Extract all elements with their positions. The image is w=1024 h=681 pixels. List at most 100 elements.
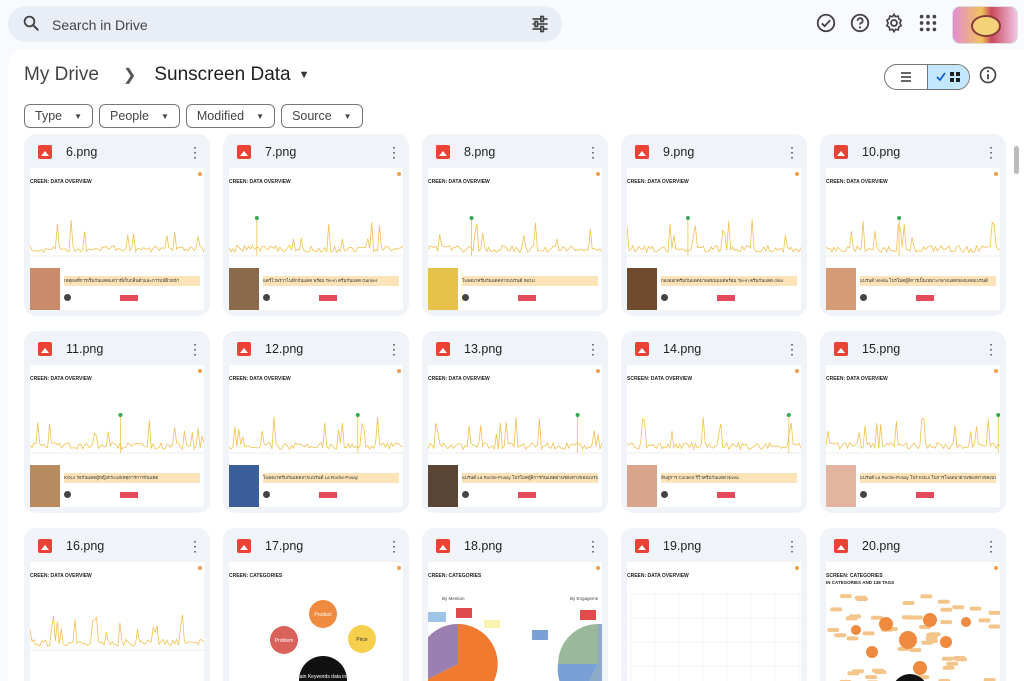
filter-modified[interactable]: Modified ▼ xyxy=(185,104,276,128)
search-icon[interactable] xyxy=(22,14,40,32)
file-card-header: 18.png ⋮ xyxy=(436,536,600,556)
scrollbar-thumb[interactable] xyxy=(1014,146,1019,174)
file-name[interactable]: 13.png xyxy=(464,342,586,356)
post-caption: แบรนด์ La Roche-Posay โปรโมตผู้ลิการกันแ… xyxy=(462,473,598,483)
thumbnail-title: CREEN: DATA OVERVIEW xyxy=(229,179,291,185)
file-thumbnail[interactable]: CREEN: DATA OVERVIEW เหตุผลที่การเริ่มกัน… xyxy=(30,168,204,310)
file-name[interactable]: 10.png xyxy=(862,145,984,159)
file-card[interactable]: 20.png ⋮ SCREEN: CATEGORIES IN CATEGORIES A… xyxy=(820,528,1006,681)
file-card[interactable]: 15.png ⋮ CREEN: DATA OVERVIEW แบรนด์ La Roc… xyxy=(820,331,1006,513)
file-card[interactable]: 19.png ⋮ CREEN: DATA OVERVIEW xyxy=(621,528,807,681)
folder-dropdown-icon[interactable]: ▼ xyxy=(299,69,310,81)
thumbnail-title: CREEN: DATA OVERVIEW xyxy=(30,376,92,382)
more-options-icon[interactable]: ⋮ xyxy=(387,342,401,356)
file-name[interactable]: 18.png xyxy=(464,539,586,553)
search-options-icon[interactable] xyxy=(530,14,550,34)
image-file-icon xyxy=(436,145,450,159)
more-options-icon[interactable]: ⋮ xyxy=(586,342,600,356)
more-options-icon[interactable]: ⋮ xyxy=(785,145,799,159)
file-thumbnail[interactable]: CREEN: DATA OVERVIEW KOLs รอกันแดดผู้หญิง… xyxy=(30,365,204,507)
file-name[interactable]: 12.png xyxy=(265,342,387,356)
more-options-icon[interactable]: ⋮ xyxy=(785,342,799,356)
info-icon[interactable] xyxy=(978,65,998,85)
breadcrumb-my-drive[interactable]: My Drive xyxy=(24,64,99,86)
file-card-header: 8.png ⋮ xyxy=(436,142,600,162)
filter-people[interactable]: People ▼ xyxy=(99,104,180,128)
more-options-icon[interactable]: ⋮ xyxy=(984,145,998,159)
file-name[interactable]: 7.png xyxy=(265,145,387,159)
svg-text:IN CATEGORIES AND 138 TAGS: IN CATEGORIES AND 138 TAGS xyxy=(826,580,894,585)
file-name[interactable]: 15.png xyxy=(862,342,984,356)
file-card[interactable]: 6.png ⋮ CREEN: DATA OVERVIEW เหตุผลที่การเร… xyxy=(24,134,210,316)
file-card[interactable]: 9.png ⋮ CREEN: DATA OVERVIEW กองออกครีมกันแ… xyxy=(621,134,807,316)
thumbnail-title: CREEN: DATA OVERVIEW xyxy=(627,179,689,185)
more-options-icon[interactable]: ⋮ xyxy=(586,539,600,553)
file-card[interactable]: 13.png ⋮ CREEN: DATA OVERVIEW แบรนด์ La Roc… xyxy=(422,331,608,513)
breadcrumb-current-folder[interactable]: Sunscreen Data xyxy=(154,64,290,86)
file-name[interactable]: 9.png xyxy=(663,145,785,159)
file-name[interactable]: 19.png xyxy=(663,539,785,553)
file-thumbnail[interactable]: CREEN: DATA OVERVIEW xyxy=(30,562,204,681)
file-card[interactable]: 18.png ⋮ CREEN: CATEGORIES By Mention By Eng… xyxy=(422,528,608,681)
offline-ready-icon[interactable] xyxy=(815,12,837,34)
post-caption: โฆษณาครีมกันแดดจากแบรนด์ INGU xyxy=(462,276,598,286)
dropdown-arrow-icon: ▼ xyxy=(160,111,169,121)
file-thumbnail[interactable]: CREEN: DATA OVERVIEW กองออกครีมกันแดดมาผส… xyxy=(627,168,801,310)
more-options-icon[interactable]: ⋮ xyxy=(188,342,202,356)
more-options-icon[interactable]: ⋮ xyxy=(387,539,401,553)
more-options-icon[interactable]: ⋮ xyxy=(188,539,202,553)
post-caption: แบรนด์ La Roche-Posay โปร KOLs ในการโฆษณ… xyxy=(860,473,996,483)
post-caption: แบรนด์ Venita โปรโมตผู้ลิการเป็นเหมาะกลา… xyxy=(860,276,996,286)
help-icon[interactable] xyxy=(849,12,871,34)
more-options-icon[interactable]: ⋮ xyxy=(984,342,998,356)
grid-view-button[interactable] xyxy=(927,65,969,89)
file-card[interactable]: 8.png ⋮ CREEN: DATA OVERVIEW โฆษณาครีมกันแด… xyxy=(422,134,608,316)
file-thumbnail[interactable]: CREEN: DATA OVERVIEW โฆษณาครีมกันแดดจากแบ… xyxy=(229,365,403,507)
more-options-icon[interactable]: ⋮ xyxy=(785,539,799,553)
search-input[interactable] xyxy=(50,14,494,36)
file-thumbnail[interactable]: SCREEN: DATA OVERVIEW ลีนสู่การ Content ร… xyxy=(627,365,801,507)
file-card-header: 6.png ⋮ xyxy=(38,142,202,162)
more-options-icon[interactable]: ⋮ xyxy=(188,145,202,159)
search-bar[interactable] xyxy=(8,6,562,42)
file-thumbnail[interactable]: SCREEN: CATEGORIES IN CATEGORIES AND 138 … xyxy=(826,562,1000,681)
more-options-icon[interactable]: ⋮ xyxy=(586,145,600,159)
file-name[interactable]: 8.png xyxy=(464,145,586,159)
file-thumbnail[interactable]: CREEN: CATEGORIES By Mention By Engageme xyxy=(428,562,602,681)
dropdown-arrow-icon: ▼ xyxy=(343,111,352,121)
file-card[interactable]: 11.png ⋮ CREEN: DATA OVERVIEW KOLs รอกันแดด… xyxy=(24,331,210,513)
thumbnail-title: CREEN: DATA OVERVIEW xyxy=(30,573,92,579)
file-card-header: 11.png ⋮ xyxy=(38,339,202,359)
more-options-icon[interactable]: ⋮ xyxy=(387,145,401,159)
file-name[interactable]: 11.png xyxy=(66,342,188,356)
more-options-icon[interactable]: ⋮ xyxy=(984,539,998,553)
file-card[interactable]: 7.png ⋮ CREEN: DATA OVERVIEW แคร์ไวพรวาไนท์… xyxy=(223,134,409,316)
list-view-button[interactable] xyxy=(885,65,927,89)
image-file-icon xyxy=(834,539,848,553)
file-card[interactable]: 12.png ⋮ CREEN: DATA OVERVIEW โฆษณาครีมกันแ… xyxy=(223,331,409,513)
file-card[interactable]: 10.png ⋮ CREEN: DATA OVERVIEW แบรนด์ Venita… xyxy=(820,134,1006,316)
account-avatar[interactable] xyxy=(952,6,1018,44)
file-card[interactable]: 17.png ⋮ CREEN: CATEGORIES Product Problem Pr… xyxy=(223,528,409,681)
file-thumbnail[interactable]: CREEN: DATA OVERVIEW แคร์ไวพรวาไนท์กกันแด… xyxy=(229,168,403,310)
file-thumbnail[interactable]: CREEN: DATA OVERVIEW โฆษณาครีมกันแดดจากแบ… xyxy=(428,168,602,310)
filter-type[interactable]: Type ▼ xyxy=(24,104,94,128)
image-file-icon xyxy=(38,145,52,159)
file-thumbnail[interactable]: CREEN: DATA OVERVIEW แบรนด์ La Roche-Posa… xyxy=(428,365,602,507)
svg-text:By Mention: By Mention xyxy=(442,596,465,601)
file-card[interactable]: 14.png ⋮ SCREEN: DATA OVERVIEW ลีนสู่การ Co… xyxy=(621,331,807,513)
settings-gear-icon[interactable] xyxy=(883,12,905,34)
file-thumbnail[interactable]: CREEN: CATEGORIES Product Problem Price Main… xyxy=(229,562,403,681)
file-name[interactable]: 17.png xyxy=(265,539,387,553)
file-card[interactable]: 16.png ⋮ CREEN: DATA OVERVIEW xyxy=(24,528,210,681)
file-name[interactable]: 16.png xyxy=(66,539,188,553)
file-thumbnail[interactable]: CREEN: DATA OVERVIEW แบรนด์ Venita โปรโมต… xyxy=(826,168,1000,310)
post-caption: เหตุผลที่การเริ่มกันแดดแต่ว่าที่เก็บกลิ่… xyxy=(64,276,200,286)
file-thumbnail[interactable]: CREEN: DATA OVERVIEW xyxy=(627,562,801,681)
apps-grid-icon[interactable] xyxy=(917,12,939,34)
file-name[interactable]: 14.png xyxy=(663,342,785,356)
file-thumbnail[interactable]: CREEN: DATA OVERVIEW แบรนด์ La Roche-Posa… xyxy=(826,365,1000,507)
filter-source[interactable]: Source ▼ xyxy=(281,104,363,128)
file-name[interactable]: 6.png xyxy=(66,145,188,159)
file-name[interactable]: 20.png xyxy=(862,539,984,553)
